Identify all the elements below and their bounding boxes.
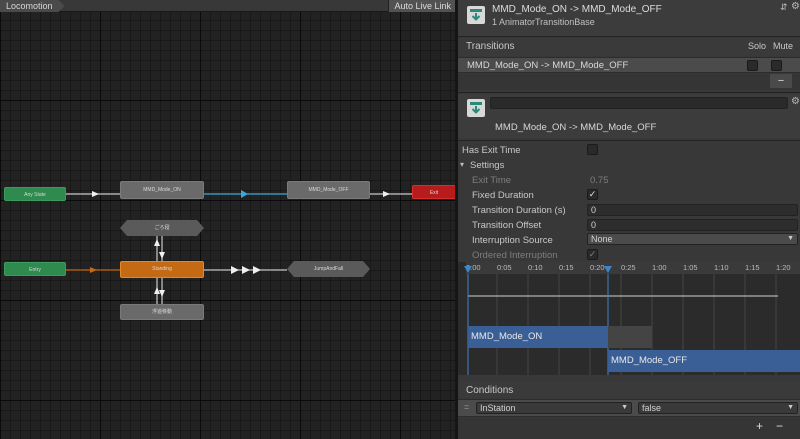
has-exit-time-checkbox[interactable] [587, 144, 598, 155]
settings-foldout-arrow-icon[interactable]: ▾ [460, 160, 464, 169]
timeline-clip-source[interactable]: MMD_Mode_ON [468, 326, 608, 348]
fixed-duration-checkbox[interactable]: ✓ [587, 189, 598, 200]
transition-timeline[interactable]: 0:00 0:05 0:10 0:15 0:20 0:25 1:00 1:05 … [458, 262, 800, 375]
dropdown-arrow-icon: ▼ [621, 404, 628, 411]
remove-transition-button[interactable]: − [770, 74, 792, 88]
state-jump-and-fall[interactable]: JumpAndFall [287, 261, 370, 277]
transition-duration-input[interactable]: 0 [587, 204, 798, 216]
add-condition-button[interactable]: + [756, 419, 763, 433]
dropdown-arrow-icon: ▼ [787, 235, 794, 242]
ordered-interruption-label: Ordered Interruption [472, 250, 558, 261]
mute-label: Mute [773, 41, 794, 51]
transition-list-item[interactable]: MMD_Mode_ON -> MMD_Mode_OFF [458, 57, 800, 73]
interruption-source-dropdown[interactable]: None ▼ [587, 233, 798, 245]
animator-graph[interactable]: Any State MMD_Mode_ON MMD_Mode_OFF Exit … [0, 0, 456, 439]
exit-time-label: Exit Time [472, 175, 512, 186]
detail-gear-icon[interactable]: ⚙ [791, 96, 800, 107]
transitions-label: Transitions [466, 41, 515, 52]
inspector-header: MMD_Mode_ON -> MMD_Mode_OFF 1 AnimatorTr… [458, 0, 800, 36]
transition-lines [66, 190, 412, 304]
ordered-interruption-checkbox[interactable]: ✓ [587, 249, 598, 260]
state-entry[interactable]: Entry [4, 262, 66, 276]
animator-transition-icon [467, 6, 485, 24]
interruption-source-label: Interruption Source [472, 235, 553, 246]
solo-label: Solo [748, 41, 767, 51]
transition-name-label: MMD_Mode_ON -> MMD_Mode_OFF [495, 122, 657, 133]
header-subtitle: 1 AnimatorTransitionBase [492, 17, 595, 27]
condition-parameter-value: InStation [480, 403, 516, 413]
transition-name-input[interactable] [490, 97, 788, 109]
timeline-clip-overlap [608, 326, 652, 348]
layer-breadcrumb[interactable]: Locomotion [0, 0, 65, 12]
header-title: MMD_Mode_ON -> MMD_Mode_OFF [492, 4, 662, 15]
clip-source-label: MMD_Mode_ON [471, 331, 543, 342]
list-footer: − [458, 74, 800, 90]
has-exit-time-label: Has Exit Time [462, 145, 521, 156]
solo-checkbox[interactable] [747, 60, 758, 71]
timeline-clip-destination[interactable]: MMD_Mode_OFF [608, 350, 800, 372]
condition-row[interactable]: = InStation ▼ false ▼ [458, 399, 800, 417]
condition-value-dropdown[interactable]: false ▼ [638, 402, 798, 414]
remove-condition-button[interactable]: − [776, 419, 783, 433]
transition-item-label: MMD_Mode_ON -> MMD_Mode_OFF [467, 60, 629, 71]
state-any-state[interactable]: Any State [4, 187, 66, 201]
state-fuyuu-idou[interactable]: 浮遊移動 [120, 304, 204, 320]
transition-detail-header: ⚙ MMD_Mode_ON -> MMD_Mode_OFF [458, 94, 800, 138]
exit-time-value: 0.75 [590, 175, 609, 186]
transition-offset-label: Transition Offset [472, 220, 542, 231]
clip-destination-label: MMD_Mode_OFF [611, 355, 688, 366]
pin-icon[interactable]: ⇵ [780, 2, 788, 13]
fixed-duration-label: Fixed Duration [472, 190, 534, 201]
state-mmd-mode-on[interactable]: MMD_Mode_ON [120, 181, 204, 199]
condition-value: false [642, 403, 662, 413]
graph-toolbar: Locomotion Auto Live Link [0, 0, 456, 12]
transition-duration-label: Transition Duration (s) [472, 205, 566, 216]
conditions-header: Conditions [458, 382, 800, 398]
state-exit[interactable]: Exit [412, 185, 456, 199]
dropdown-arrow-icon: ▼ [787, 404, 794, 411]
conditions-footer: + − [458, 418, 800, 439]
state-standing[interactable]: Standing [120, 261, 204, 278]
interruption-source-value: None [591, 234, 613, 244]
transition-detail-icon [467, 99, 485, 117]
state-mmd-mode-off[interactable]: MMD_Mode_OFF [287, 181, 370, 199]
transition-offset-input[interactable]: 0 [587, 219, 798, 231]
drag-handle-icon[interactable]: = [464, 402, 469, 412]
gear-icon[interactable]: ⚙ [791, 1, 800, 12]
inspector-panel: MMD_Mode_ON -> MMD_Mode_OFF 1 AnimatorTr… [458, 0, 800, 439]
transitions-list-header: Transitions Solo Mute [458, 38, 800, 56]
conditions-label: Conditions [466, 385, 514, 396]
auto-live-link-button[interactable]: Auto Live Link [388, 0, 456, 12]
settings-label[interactable]: Settings [470, 160, 504, 171]
mute-checkbox[interactable] [771, 60, 782, 71]
state-goro-ne[interactable]: ごろ寝 [120, 220, 204, 236]
condition-parameter-dropdown[interactable]: InStation ▼ [476, 402, 632, 414]
